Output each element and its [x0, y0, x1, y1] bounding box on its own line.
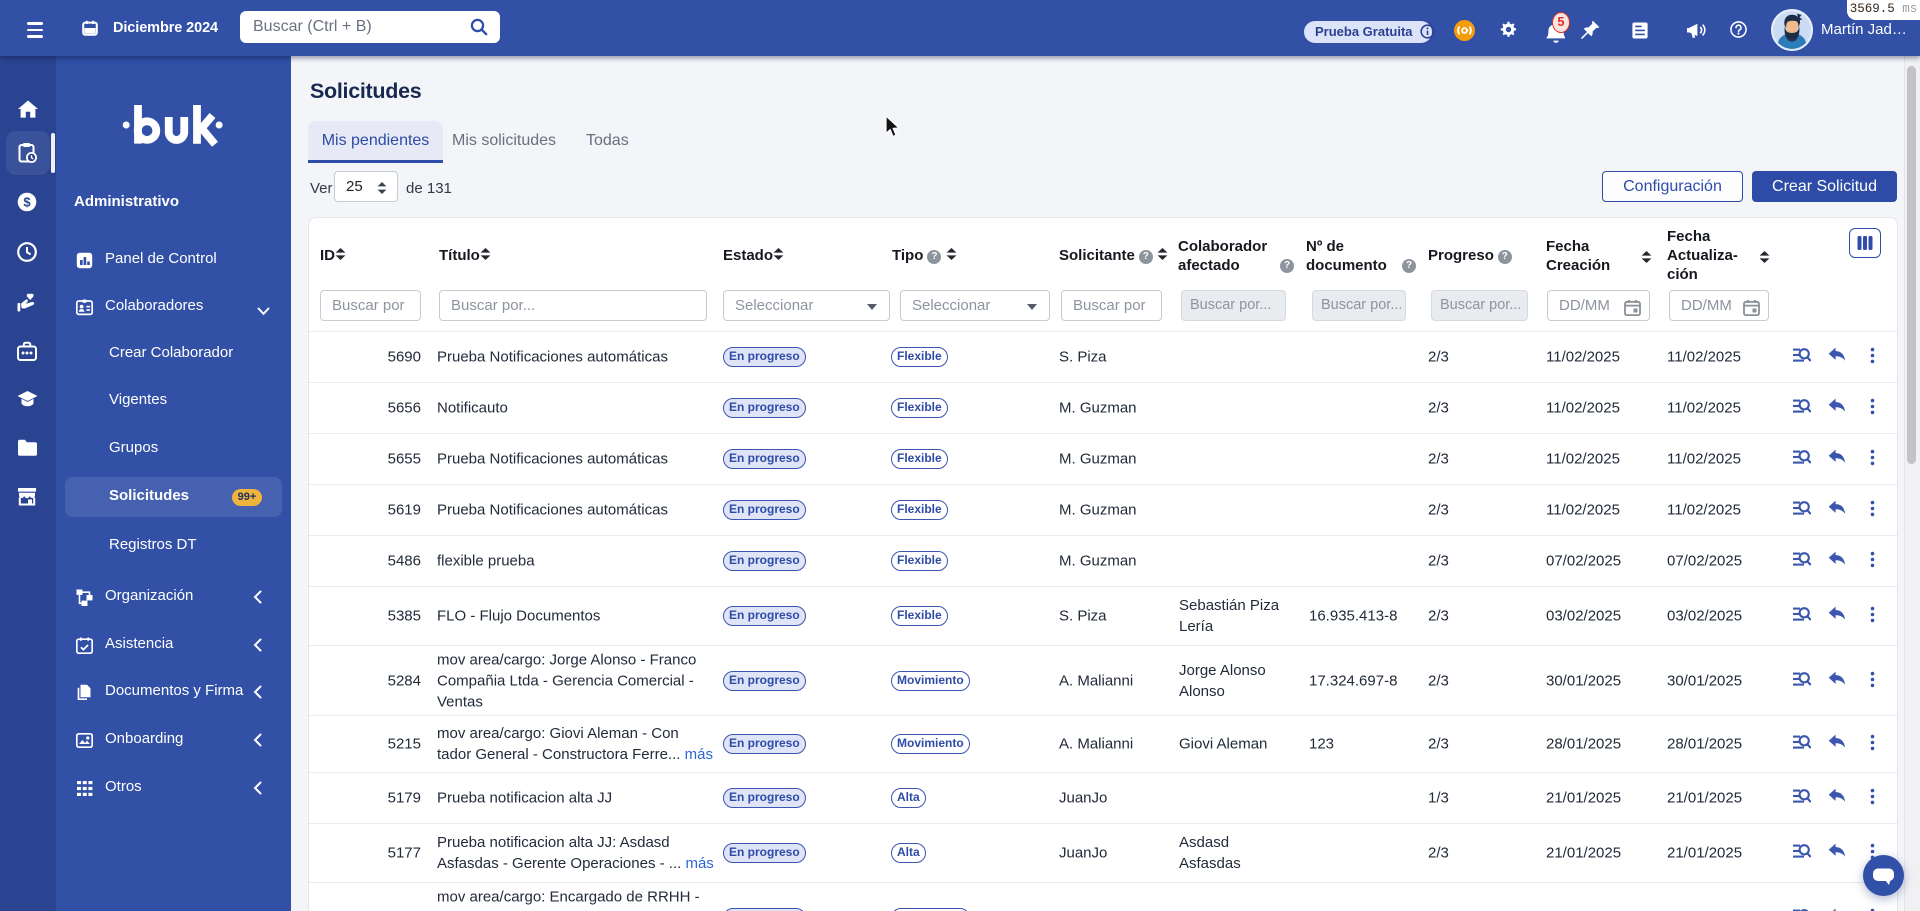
svg-text:$: $ [23, 195, 31, 210]
